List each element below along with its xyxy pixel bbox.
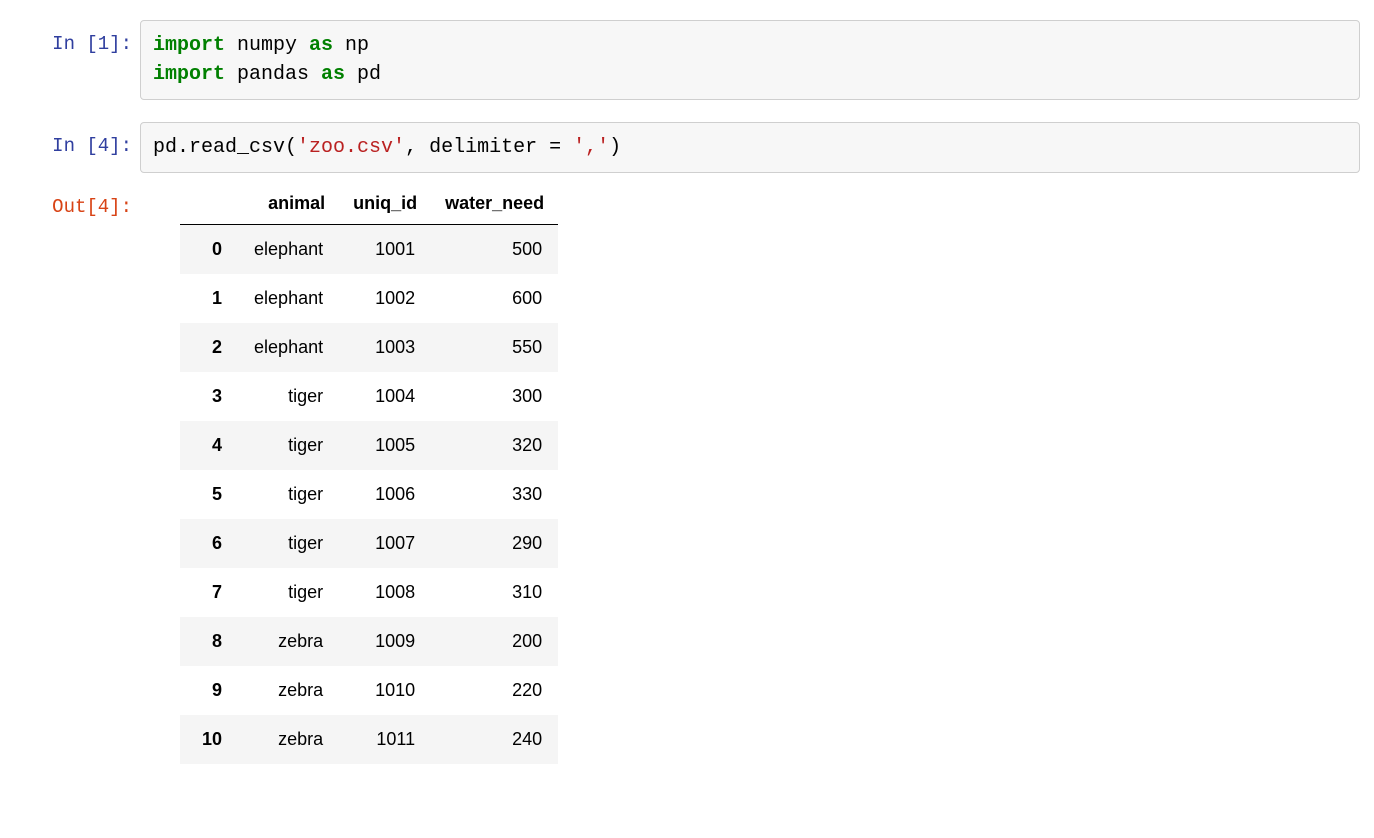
output-prompt-2: Out[4]: (14, 183, 140, 221)
cell-animal: elephant (238, 323, 339, 372)
cell-water-need: 240 (431, 715, 558, 764)
cell-water-need: 600 (431, 274, 558, 323)
cell-animal: elephant (238, 225, 339, 275)
row-index: 3 (180, 372, 238, 421)
cell-animal: zebra (238, 715, 339, 764)
code-token: 'zoo.csv' (297, 136, 405, 159)
table-row: 10zebra1011240 (180, 715, 558, 764)
table-row: 0elephant1001500 (180, 225, 558, 275)
code-token: pandas (225, 63, 321, 86)
table-header-animal: animal (238, 183, 339, 225)
cell-water-need: 320 (431, 421, 558, 470)
code-token: as (309, 34, 333, 57)
cell-animal: tiger (238, 372, 339, 421)
output-area-2: animal uniq_id water_need 0elephant10015… (140, 183, 1360, 764)
table-header-row: animal uniq_id water_need (180, 183, 558, 225)
cell-water-need: 310 (431, 568, 558, 617)
code-token: , delimiter = (405, 136, 573, 159)
table-row: 4tiger1005320 (180, 421, 558, 470)
row-index: 9 (180, 666, 238, 715)
table-row: 8zebra1009200 (180, 617, 558, 666)
cell-1: In [1]: import numpy as np import pandas… (14, 20, 1360, 100)
table-row: 1elephant1002600 (180, 274, 558, 323)
cell-animal: zebra (238, 617, 339, 666)
row-index: 0 (180, 225, 238, 275)
cell-water-need: 500 (431, 225, 558, 275)
cell-animal: elephant (238, 274, 339, 323)
cell-uniq-id: 1003 (339, 323, 431, 372)
cell-uniq-id: 1008 (339, 568, 431, 617)
code-token: pd (345, 63, 381, 86)
cell-uniq-id: 1004 (339, 372, 431, 421)
cell-water-need: 300 (431, 372, 558, 421)
cell-uniq-id: 1001 (339, 225, 431, 275)
cell-uniq-id: 1007 (339, 519, 431, 568)
cell-2: In [4]: pd.read_csv('zoo.csv', delimiter… (14, 122, 1360, 173)
cell-water-need: 200 (431, 617, 558, 666)
row-index: 5 (180, 470, 238, 519)
cell-animal: tiger (238, 519, 339, 568)
notebook: In [1]: import numpy as np import pandas… (0, 0, 1374, 764)
table-header-uniq-id: uniq_id (339, 183, 431, 225)
dataframe-table: animal uniq_id water_need 0elephant10015… (180, 183, 558, 764)
table-row: 9zebra1010220 (180, 666, 558, 715)
input-prompt-2: In [4]: (14, 122, 140, 160)
code-cell-1[interactable]: import numpy as np import pandas as pd (140, 20, 1360, 100)
row-index: 6 (180, 519, 238, 568)
cell-uniq-id: 1002 (339, 274, 431, 323)
table-row: 2elephant1003550 (180, 323, 558, 372)
cell-uniq-id: 1011 (339, 715, 431, 764)
row-index: 7 (180, 568, 238, 617)
code-cell-2[interactable]: pd.read_csv('zoo.csv', delimiter = ',') (140, 122, 1360, 173)
row-index: 8 (180, 617, 238, 666)
cell-animal: zebra (238, 666, 339, 715)
code-token: import (153, 34, 225, 57)
cell-animal: tiger (238, 421, 339, 470)
row-index: 4 (180, 421, 238, 470)
code-token: np (333, 34, 369, 57)
cell-water-need: 290 (431, 519, 558, 568)
table-row: 5tiger1006330 (180, 470, 558, 519)
table-row: 3tiger1004300 (180, 372, 558, 421)
cell-uniq-id: 1006 (339, 470, 431, 519)
cell-uniq-id: 1005 (339, 421, 431, 470)
row-index: 10 (180, 715, 238, 764)
row-index: 2 (180, 323, 238, 372)
cell-uniq-id: 1009 (339, 617, 431, 666)
code-token: ',' (573, 136, 609, 159)
code-token: numpy (225, 34, 309, 57)
cell-uniq-id: 1010 (339, 666, 431, 715)
code-token: ) (609, 136, 621, 159)
table-row: 6tiger1007290 (180, 519, 558, 568)
cell-2-output: Out[4]: animal uniq_id water_need 0eleph… (14, 183, 1360, 764)
code-token: pd.read_csv( (153, 136, 297, 159)
cell-animal: tiger (238, 568, 339, 617)
cell-water-need: 550 (431, 323, 558, 372)
cell-water-need: 220 (431, 666, 558, 715)
table-row: 7tiger1008310 (180, 568, 558, 617)
table-header-water-need: water_need (431, 183, 558, 225)
table-header-blank (180, 183, 238, 225)
cell-water-need: 330 (431, 470, 558, 519)
row-index: 1 (180, 274, 238, 323)
code-token: as (321, 63, 345, 86)
input-prompt-1: In [1]: (14, 20, 140, 58)
cell-animal: tiger (238, 470, 339, 519)
code-token: import (153, 63, 225, 86)
